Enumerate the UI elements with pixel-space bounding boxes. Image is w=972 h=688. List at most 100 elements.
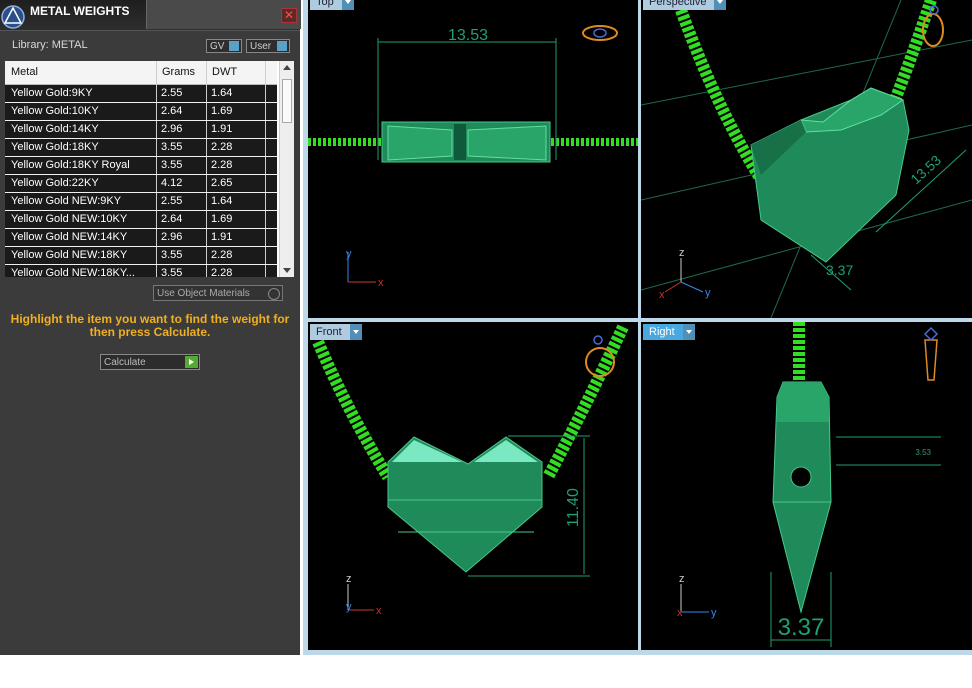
calculate-button[interactable]: Calculate	[100, 354, 200, 370]
use-object-materials-label: Use Object Materials	[157, 288, 250, 299]
cell-dwt: 1.91	[211, 123, 233, 135]
cell-divider	[265, 103, 266, 120]
cell-divider	[156, 211, 157, 228]
user-button[interactable]: User	[246, 39, 290, 53]
axis-label-y: y	[346, 248, 352, 260]
cell-metal: Yellow Gold NEW:18KY...	[11, 267, 135, 277]
cell-divider	[156, 247, 157, 264]
cell-divider	[265, 211, 266, 228]
viewport-perspective[interactable]: 13.53 3.37 z y x Perspective	[641, 0, 972, 318]
table-row[interactable]: Yellow Gold:18KY 3.55 2.28	[5, 139, 277, 157]
table-row[interactable]: Yellow Gold:22KY 4.12 2.65	[5, 175, 277, 193]
chevron-down-icon[interactable]	[714, 0, 727, 10]
pendant-perspective	[750, 87, 910, 263]
chevron-down-icon[interactable]	[349, 324, 362, 340]
dimension-label-front: 11.40	[565, 488, 582, 527]
cell-dwt: 2.28	[211, 267, 233, 277]
cell-grams: 2.55	[161, 195, 183, 207]
perspective-view-canvas: 13.53 3.37 z y x	[641, 0, 972, 318]
axis-label-x: x	[378, 277, 384, 289]
metal-weights-panel: METAL WEIGHTS ✕ Library: METAL GV User M…	[0, 0, 301, 655]
viewport-label-front[interactable]: Front	[310, 324, 362, 340]
pendant-front	[387, 436, 543, 573]
cell-grams: 3.55	[161, 159, 183, 171]
cell-divider	[206, 193, 207, 210]
cell-divider	[265, 193, 266, 210]
cell-grams: 4.12	[161, 177, 183, 189]
axis-gizmo: y x	[346, 248, 384, 289]
cell-metal: Yellow Gold NEW:14KY	[11, 231, 128, 243]
table-row[interactable]: Yellow Gold:14KY 2.96 1.91	[5, 121, 277, 139]
cell-dwt: 2.28	[211, 159, 233, 171]
table-row[interactable]: Yellow Gold NEW:14KY 2.96 1.91	[5, 229, 277, 247]
column-header-dwt[interactable]: DWT	[212, 66, 237, 78]
use-object-materials-button[interactable]: Use Object Materials	[153, 285, 283, 301]
table-row[interactable]: Yellow Gold NEW:10KY 2.64 1.69	[5, 211, 277, 229]
calculate-label: Calculate	[104, 357, 146, 368]
axis-label-y: y	[711, 607, 717, 619]
viewport-title: Perspective	[649, 0, 707, 8]
library-label: Library: METAL	[12, 39, 88, 51]
cell-divider	[265, 121, 266, 138]
instruction-text: Highlight the item you want to find the …	[10, 312, 290, 339]
axis-gizmo: z y x	[659, 247, 711, 301]
column-header-grams[interactable]: Grams	[162, 66, 195, 78]
cell-metal: Yellow Gold:18KY	[11, 141, 99, 153]
cell-dwt: 1.69	[211, 105, 233, 117]
scroll-up-icon[interactable]	[283, 65, 291, 70]
viewport-right[interactable]: 3.53 3.37 z y x Right	[641, 322, 972, 650]
table-row[interactable]: Yellow Gold NEW:18KY 3.55 2.28	[5, 247, 277, 265]
cell-metal: Yellow Gold:22KY	[11, 177, 99, 189]
cell-divider	[265, 247, 266, 264]
table-row[interactable]: Yellow Gold:10KY 2.64 1.69	[5, 103, 277, 121]
cell-grams: 3.55	[161, 141, 183, 153]
cell-divider	[156, 85, 157, 102]
gv-toggle-icon	[229, 41, 239, 51]
axis-gizmo: z y x	[677, 573, 717, 619]
app-logo-icon	[1, 5, 25, 29]
right-view-canvas: 3.53 3.37 z y x	[677, 322, 941, 647]
cell-divider	[156, 229, 157, 246]
cell-divider	[206, 157, 207, 174]
cell-divider	[265, 157, 266, 174]
scroll-thumb[interactable]	[282, 79, 292, 123]
scroll-down-icon[interactable]	[283, 268, 291, 273]
cell-divider	[206, 121, 207, 138]
viewport-label-perspective[interactable]: Perspective	[643, 0, 727, 10]
axis-label-z: z	[679, 247, 685, 259]
cell-grams: 2.64	[161, 213, 183, 225]
cell-divider	[265, 139, 266, 156]
table-row[interactable]: Yellow Gold:18KY Royal 3.55 2.28	[5, 157, 277, 175]
chevron-down-icon[interactable]	[341, 0, 354, 10]
table-row[interactable]: Yellow Gold:9KY 2.55 1.64	[5, 85, 277, 103]
viewport-title: Top	[316, 0, 334, 8]
dimension-label-perspective-b: 3.37	[826, 262, 853, 278]
table-row[interactable]: Yellow Gold NEW:9KY 2.55 1.64	[5, 193, 277, 211]
cell-divider	[206, 265, 207, 277]
cell-divider	[156, 175, 157, 192]
cell-metal: Yellow Gold NEW:10KY	[11, 213, 128, 225]
cell-divider	[265, 229, 266, 246]
panel-title: METAL WEIGHTS	[30, 4, 130, 18]
chevron-down-icon[interactable]	[682, 324, 695, 340]
axis-label-y: y	[705, 287, 711, 299]
metal-table: Metal Grams DWT Yellow Gold:9KY 2.55 1.64 Y…	[5, 61, 294, 277]
cell-metal: Yellow Gold:14KY	[11, 123, 99, 135]
cell-divider	[156, 193, 157, 210]
cell-dwt: 1.91	[211, 231, 233, 243]
close-button[interactable]: ✕	[281, 8, 297, 23]
gv-button[interactable]: GV	[206, 39, 242, 53]
viewport-label-right[interactable]: Right	[643, 324, 695, 340]
cell-metal: Yellow Gold NEW:18KY	[11, 249, 128, 261]
chain-strand	[542, 324, 629, 480]
viewport-front[interactable]: 11.40 z y x Front	[308, 322, 638, 650]
viewport-top[interactable]: 13.53 y x Top	[308, 0, 638, 318]
cell-metal: Yellow Gold:9KY	[11, 87, 93, 99]
cell-divider	[265, 265, 266, 277]
viewport-label-top[interactable]: Top	[310, 0, 354, 10]
table-row[interactable]: Yellow Gold NEW:18KY... 3.55 2.28	[5, 265, 277, 277]
cell-grams: 2.96	[161, 123, 183, 135]
gv-label: GV	[210, 41, 225, 52]
table-scrollbar[interactable]	[279, 61, 294, 277]
column-header-metal[interactable]: Metal	[11, 66, 38, 78]
